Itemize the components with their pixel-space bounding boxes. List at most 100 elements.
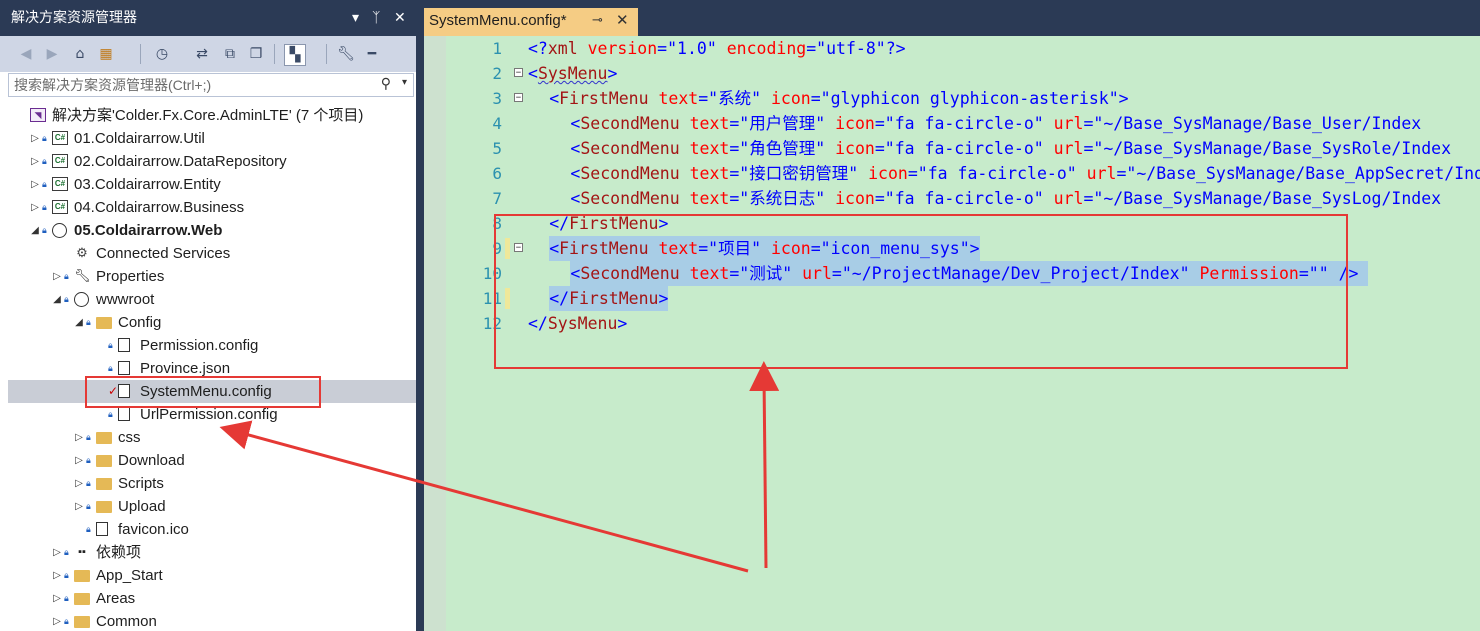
tree-item[interactable]: 🔒︎ favicon.ico [8,518,416,541]
tree-item[interactable]: ▷ 🔒︎ Common [8,610,416,631]
code-token: =" [698,89,719,108]
tree-item[interactable]: ▷ 🔒︎ C# 01.Coldairarrow.Util [8,127,416,150]
tree-item[interactable]: ▷ 🔒︎ ▪▪ 依赖项 [8,541,416,564]
expand-arrow-icon[interactable]: ▷ [30,127,40,150]
search-input[interactable] [14,75,374,95]
globe-icon [74,292,89,307]
expand-arrow-icon[interactable]: ▷ [74,495,84,518]
source-control-lock-icon: 🔒︎ [42,156,47,166]
expand-arrow-icon[interactable]: ▷ [74,449,84,472]
code-token: url [1043,139,1084,158]
code-line[interactable]: 2 − <SysMenu> [446,61,1480,86]
code-line[interactable]: 12 </SysMenu> [446,311,1480,336]
tree-item[interactable]: ◥ 解决方案'Colder.Fx.Core.AdminLTE' (7 个项目) [8,104,416,127]
expand-arrow-icon[interactable]: ▷ [74,472,84,495]
sync-icon[interactable]: ⇄ [192,44,212,64]
line-number: 3 [492,89,502,108]
code-line[interactable]: 5 <SecondMenu text="角色管理" icon="fa fa-cir… [446,136,1480,161]
code-line[interactable]: 7 <SecondMenu text="系统日志" icon="fa fa-cir… [446,186,1480,211]
code-line[interactable]: 11 </FirstMenu> [446,286,1480,311]
tree-item[interactable]: ▷ 🔒︎ css [8,426,416,449]
expand-arrow-icon[interactable]: ▷ [52,587,62,610]
tree-item[interactable]: ✓ SystemMenu.config [8,380,416,403]
code-line[interactable]: 1 <?xml version="1.0" encoding="utf-8"?> [446,36,1480,61]
forward-icon[interactable]: ▶ [42,44,62,64]
wrench-icon: 🔧︎ [74,268,91,283]
code-token: FirstMenu [559,89,649,108]
code-line[interactable]: 6 <SecondMenu text="接口密钥管理" icon="fa fa-c… [446,161,1480,186]
expand-arrow-icon[interactable]: ▷ [74,426,84,449]
switch-views-icon[interactable]: ▦ [96,44,116,64]
code-line[interactable]: 9− <FirstMenu text="项目" icon="icon_menu_s… [446,236,1480,261]
code-token: " [1033,139,1044,158]
line-number: 1 [492,39,502,58]
folder-icon [96,432,112,444]
dropdown-icon[interactable]: ▾ [352,0,359,36]
code-token: =" [729,114,750,133]
tree-item[interactable]: ▷ 🔒︎ Areas [8,587,416,610]
expand-arrow-icon[interactable]: ▷ [30,173,40,196]
search-icon[interactable]: ⚲ [381,76,391,92]
tree-item[interactable]: 🔒︎ UrlPermission.config [8,403,416,426]
code-token: =" [729,164,750,183]
code-text: </FirstMenu> [549,211,668,236]
expand-arrow-icon[interactable]: ▷ [30,150,40,173]
code-token: =" [907,164,928,183]
tree-item[interactable]: ▷ 🔒︎ C# 02.Coldairarrow.DataRepository [8,150,416,173]
tree-item[interactable]: ▷ 🔒︎ C# 04.Coldairarrow.Business [8,196,416,219]
pending-changes-icon[interactable]: ◷ [152,44,172,64]
expand-arrow-icon[interactable]: ▷ [52,541,62,564]
home-icon[interactable]: ⌂ [70,44,90,64]
tab-close-icon[interactable]: ✕ [616,11,629,29]
collapse-arrow-icon[interactable]: ◢ [30,219,40,242]
tree-item[interactable]: ◢ 🔒︎ 05.Coldairarrow.Web [8,219,416,242]
code-editor[interactable]: 1 <?xml version="1.0" encoding="utf-8"?> 2… [424,36,1480,631]
fold-toggle-icon[interactable]: − [514,93,523,103]
fold-toggle-icon[interactable]: − [514,243,523,253]
code-line[interactable]: 10 <SecondMenu text="测试" url="~/ProjectMa… [446,261,1480,286]
tree-item[interactable]: ◢ 🔒︎ Config [8,311,416,334]
tree-item[interactable]: 🔒︎ Permission.config [8,334,416,357]
expand-arrow-icon[interactable]: ▷ [52,564,62,587]
code-token: " [1033,189,1044,208]
tree-item[interactable]: ▷ 🔒︎ Scripts [8,472,416,495]
expand-arrow-icon[interactable]: ▷ [52,610,62,631]
code-line[interactable]: 8 </FirstMenu> [446,211,1480,236]
code-text: <FirstMenu text="系统" icon="glyphicon gly… [549,86,1128,111]
collapse-all-icon[interactable]: ⧉ [220,44,240,64]
tab-pin-icon[interactable]: ⊸ [592,13,603,28]
fold-toggle-icon[interactable]: − [514,68,523,78]
tree-item[interactable]: ▷ 🔒︎ Download [8,449,416,472]
collapse-arrow-icon[interactable]: ◢ [52,288,62,311]
code-token: SysMenu [537,64,608,83]
code-token: " [875,39,886,58]
minus-icon[interactable]: ━ [362,44,382,64]
solution-explorer-search[interactable]: ⚲ ▾ [8,73,414,97]
code-line[interactable]: 4 <SecondMenu text="用户管理" icon="fa fa-cir… [446,111,1480,136]
search-options-dropdown-icon[interactable]: ▾ [402,77,407,88]
tree-item[interactable]: ▷ 🔒︎ C# 03.Coldairarrow.Entity [8,173,416,196]
tab-systemmenu-config[interactable]: SystemMenu.config* ⊸ ✕ [424,8,638,36]
tree-item[interactable]: ▷ 🔒︎ App_Start [8,564,416,587]
properties-wrench-icon[interactable]: 🔧︎ [336,44,356,64]
csharp-project-icon: C# [52,177,68,191]
collapse-arrow-icon[interactable]: ◢ [74,311,84,334]
tree-item[interactable]: ◢ 🔒︎ wwwroot [8,288,416,311]
code-token: =" [729,264,750,283]
show-all-files-icon[interactable]: ❐ [246,44,266,64]
tree-item[interactable]: ⚙ Connected Services [8,242,416,265]
tree-item[interactable]: ▷ 🔒︎ 🔧︎ Properties [8,265,416,288]
expand-arrow-icon[interactable]: ▷ [30,196,40,219]
tree-item[interactable]: ▷ 🔒︎ Upload [8,495,416,518]
code-line[interactable]: 3 − <FirstMenu text="系统" icon="glyphicon g… [446,86,1480,111]
code-token: ~/Base_SysManage/Base_User/Index [1103,114,1422,133]
code-token: SecondMenu [580,264,680,283]
code-token: " [815,114,826,133]
expand-arrow-icon[interactable]: ▷ [52,265,62,288]
close-icon[interactable]: ✕ [394,0,406,36]
back-icon[interactable]: ◀ [16,44,36,64]
pin-icon[interactable]: ᛉ [372,0,380,36]
toolbar-separator [140,44,141,64]
preview-selected-icon[interactable]: ▚ [284,44,306,66]
tree-item[interactable]: 🔒︎ Province.json [8,357,416,380]
